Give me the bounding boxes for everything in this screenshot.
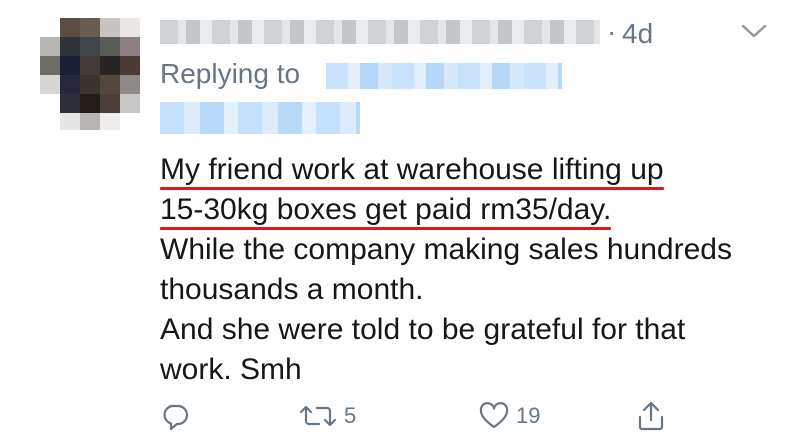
tweet-line-1: My friend work at warehouse lifting up — [160, 150, 664, 190]
tweet-header: · 4d — [160, 14, 760, 54]
like-count: 19 — [516, 403, 541, 428]
retweet-button[interactable]: 5 — [298, 396, 356, 436]
tweet-body: My friend work at warehouse lifting up 1… — [160, 150, 780, 390]
share-button[interactable] — [636, 396, 666, 436]
tweet-actions: 5 19 — [160, 396, 720, 436]
redacted-reply-handle[interactable] — [326, 63, 562, 89]
chevron-down-icon[interactable] — [740, 22, 768, 40]
avatar[interactable] — [40, 18, 140, 130]
comment-icon — [160, 401, 190, 431]
tweet-line-4: thousands a month. — [160, 273, 424, 306]
tweet-line-2: 15-30kg boxes get paid rm35/day. — [160, 190, 612, 230]
header-separator: · — [607, 16, 617, 47]
retweet-count: 5 — [344, 403, 357, 428]
tweet-timestamp[interactable]: 4d — [622, 18, 653, 50]
tweet-line-5: And she were told to be grateful for tha… — [160, 313, 686, 346]
heart-icon — [478, 401, 510, 431]
redacted-username[interactable] — [160, 20, 600, 44]
share-icon — [636, 400, 666, 432]
like-button[interactable]: 19 — [478, 396, 540, 436]
tweet-line-3: While the company making sales hundreds — [160, 233, 732, 266]
reply-button[interactable] — [160, 396, 190, 436]
retweet-icon — [298, 401, 338, 431]
redacted-reply-handle-2[interactable] — [160, 102, 360, 134]
replying-to-label: Replying to — [160, 58, 301, 89]
tweet-line-6: work. Smh — [160, 353, 302, 386]
